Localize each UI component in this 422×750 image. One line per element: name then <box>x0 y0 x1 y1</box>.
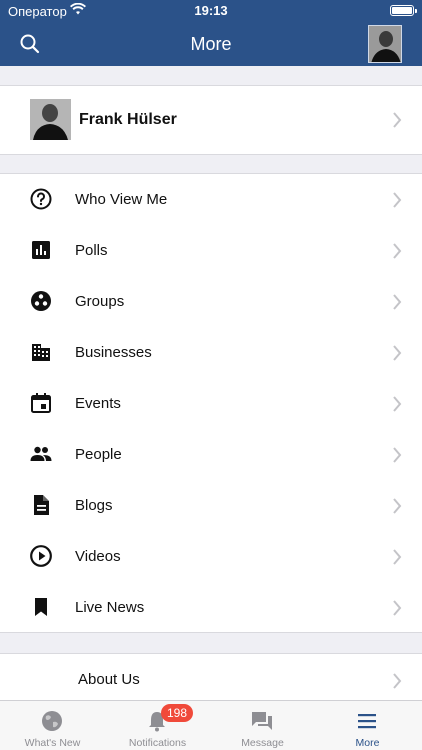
chevron-right-icon <box>392 447 402 463</box>
chevron-right-icon <box>392 294 402 310</box>
menu-item-polls[interactable]: Polls <box>0 225 422 276</box>
menu-section: Who View Me Polls Groups Businesses Even… <box>0 173 422 633</box>
tab-label: More <box>355 737 380 749</box>
menu-item-who-view-me[interactable]: Who View Me <box>0 174 422 225</box>
menu-item-label: Businesses <box>75 344 152 361</box>
chevron-right-icon <box>392 549 402 565</box>
tab-more[interactable]: More <box>315 701 420 750</box>
chevron-right-icon <box>392 396 402 412</box>
about-section: About Us <box>0 653 422 701</box>
chat-icon <box>250 709 274 733</box>
people-icon <box>29 442 53 466</box>
chevron-right-icon <box>392 498 402 514</box>
menu-item-videos[interactable]: Videos <box>0 531 422 582</box>
status-bar: Оператор 19:13 <box>0 0 422 22</box>
groups-icon <box>29 289 53 313</box>
chevron-right-icon <box>392 600 402 616</box>
tab-message[interactable]: Message <box>210 701 315 750</box>
menu-item-label: Videos <box>75 548 121 565</box>
building-icon <box>29 340 53 364</box>
tab-bar: What's New 198 Notifications Message Mor… <box>0 700 422 750</box>
chevron-right-icon <box>392 243 402 259</box>
menu-item-live-news[interactable]: Live News <box>0 582 422 633</box>
chevron-right-icon <box>392 345 402 361</box>
menu-item-label: People <box>75 446 122 463</box>
menu-item-label: Polls <box>75 242 108 259</box>
calendar-icon <box>29 391 53 415</box>
tab-label: Notifications <box>128 737 187 749</box>
tab-label: What's New <box>24 737 81 749</box>
chevron-right-icon <box>392 192 402 208</box>
menu-item-businesses[interactable]: Businesses <box>0 327 422 378</box>
help-circle-icon <box>29 187 53 211</box>
profile-name: Frank Hülser <box>79 111 177 128</box>
battery-icon <box>390 5 417 16</box>
chevron-right-icon <box>392 112 402 128</box>
tab-whats-new[interactable]: What's New <box>0 701 105 750</box>
menu-icon <box>355 709 379 733</box>
profile-section: Frank Hülser <box>0 85 422 155</box>
menu-item-label: Groups <box>75 293 125 310</box>
about-us-row[interactable]: About Us <box>0 654 422 700</box>
poll-chart-icon <box>29 238 53 262</box>
notification-badge: 198 <box>161 704 194 722</box>
menu-item-label: Blogs <box>75 497 113 514</box>
menu-item-groups[interactable]: Groups <box>0 276 422 327</box>
menu-item-label: Events <box>75 395 121 412</box>
nav-bar: More <box>0 22 422 66</box>
profile-avatar <box>30 99 71 140</box>
tab-label: Message <box>241 737 284 749</box>
tab-notifications[interactable]: 198 Notifications <box>105 701 210 750</box>
globe-icon <box>40 709 64 733</box>
play-circle-icon <box>29 544 53 568</box>
bookmark-icon <box>29 595 53 619</box>
menu-item-label: Who View Me <box>75 191 168 208</box>
menu-item-blogs[interactable]: Blogs <box>0 480 422 531</box>
avatar[interactable] <box>368 25 402 63</box>
chevron-right-icon <box>392 673 402 689</box>
document-icon <box>29 493 53 517</box>
about-us-label: About Us <box>78 671 140 688</box>
menu-item-people[interactable]: People <box>0 429 422 480</box>
page-title: More <box>190 34 232 54</box>
clock: 19:13 <box>194 3 228 18</box>
menu-item-events[interactable]: Events <box>0 378 422 429</box>
profile-row[interactable]: Frank Hülser <box>0 86 422 154</box>
menu-item-label: Live News <box>75 599 145 616</box>
